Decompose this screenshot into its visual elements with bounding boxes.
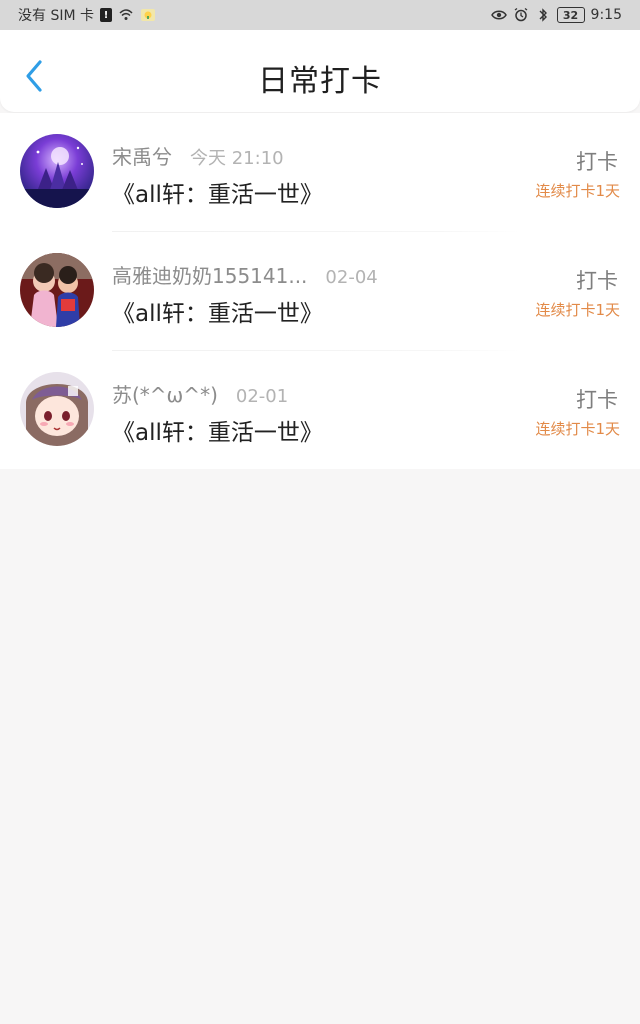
clock-text: 9:15 — [590, 7, 622, 23]
checkin-status: 打卡 — [576, 269, 618, 293]
entry-time: 今天 21:10 — [190, 148, 284, 169]
battery-icon: 32 — [556, 7, 585, 23]
checkin-list: 宋禹兮 今天 21:10 《all轩：重活一世》 打卡 连续打卡1天 高雅迪奶奶… — [0, 113, 640, 469]
status-right: 32 9:15 — [490, 7, 622, 23]
wifi-icon — [118, 7, 134, 23]
entry-time: 02-04 — [325, 267, 378, 288]
alarm-icon — [513, 7, 529, 23]
checkin-status: 打卡 — [576, 150, 618, 174]
streak-label: 连续打卡1天 — [535, 301, 620, 319]
entry-meta: 宋禹兮 今天 21:10 — [112, 141, 284, 170]
avatar — [20, 372, 94, 446]
avatar — [20, 253, 94, 327]
status-left: 没有 SIM 卡 ! — [18, 5, 156, 25]
streak-label: 连续打卡1天 — [535, 182, 620, 200]
list-item[interactable]: 宋禹兮 今天 21:10 《all轩：重活一世》 打卡 连续打卡1天 — [0, 113, 640, 232]
list-item[interactable]: 苏(*^ω^*) 02-01 《all轩：重活一世》 打卡 连续打卡1天 — [0, 351, 640, 470]
bluetooth-icon — [535, 7, 551, 23]
eye-icon — [490, 7, 507, 23]
top-header: 日常打卡 — [0, 30, 640, 112]
status-bar: 没有 SIM 卡 ! 32 9:15 — [0, 0, 640, 30]
page-title: 日常打卡 — [258, 64, 382, 99]
streak-label: 连续打卡1天 — [535, 420, 620, 438]
book-title: 《all轩：重活一世》 — [112, 420, 323, 446]
entry-time: 02-01 — [235, 386, 289, 407]
checkin-status: 打卡 — [576, 388, 618, 412]
book-title: 《all轩：重活一世》 — [112, 182, 323, 208]
list-item[interactable]: 高雅迪奶奶155141... 02-04 《all轩：重活一世》 打卡 连续打卡… — [0, 232, 640, 351]
alert-badge-icon: ! — [100, 8, 112, 22]
user-name: 苏(*^ω^*) — [112, 383, 218, 407]
carrier-text: 没有 SIM 卡 — [18, 8, 94, 24]
book-title: 《all轩：重活一世》 — [112, 301, 323, 327]
user-name: 高雅迪奶奶155141... — [112, 264, 308, 288]
entry-meta: 高雅迪奶奶155141... 02-04 — [112, 260, 378, 289]
user-name: 宋禹兮 — [112, 145, 172, 169]
notification-icon — [140, 7, 156, 23]
avatar — [20, 134, 94, 208]
entry-meta: 苏(*^ω^*) 02-01 — [112, 379, 288, 408]
